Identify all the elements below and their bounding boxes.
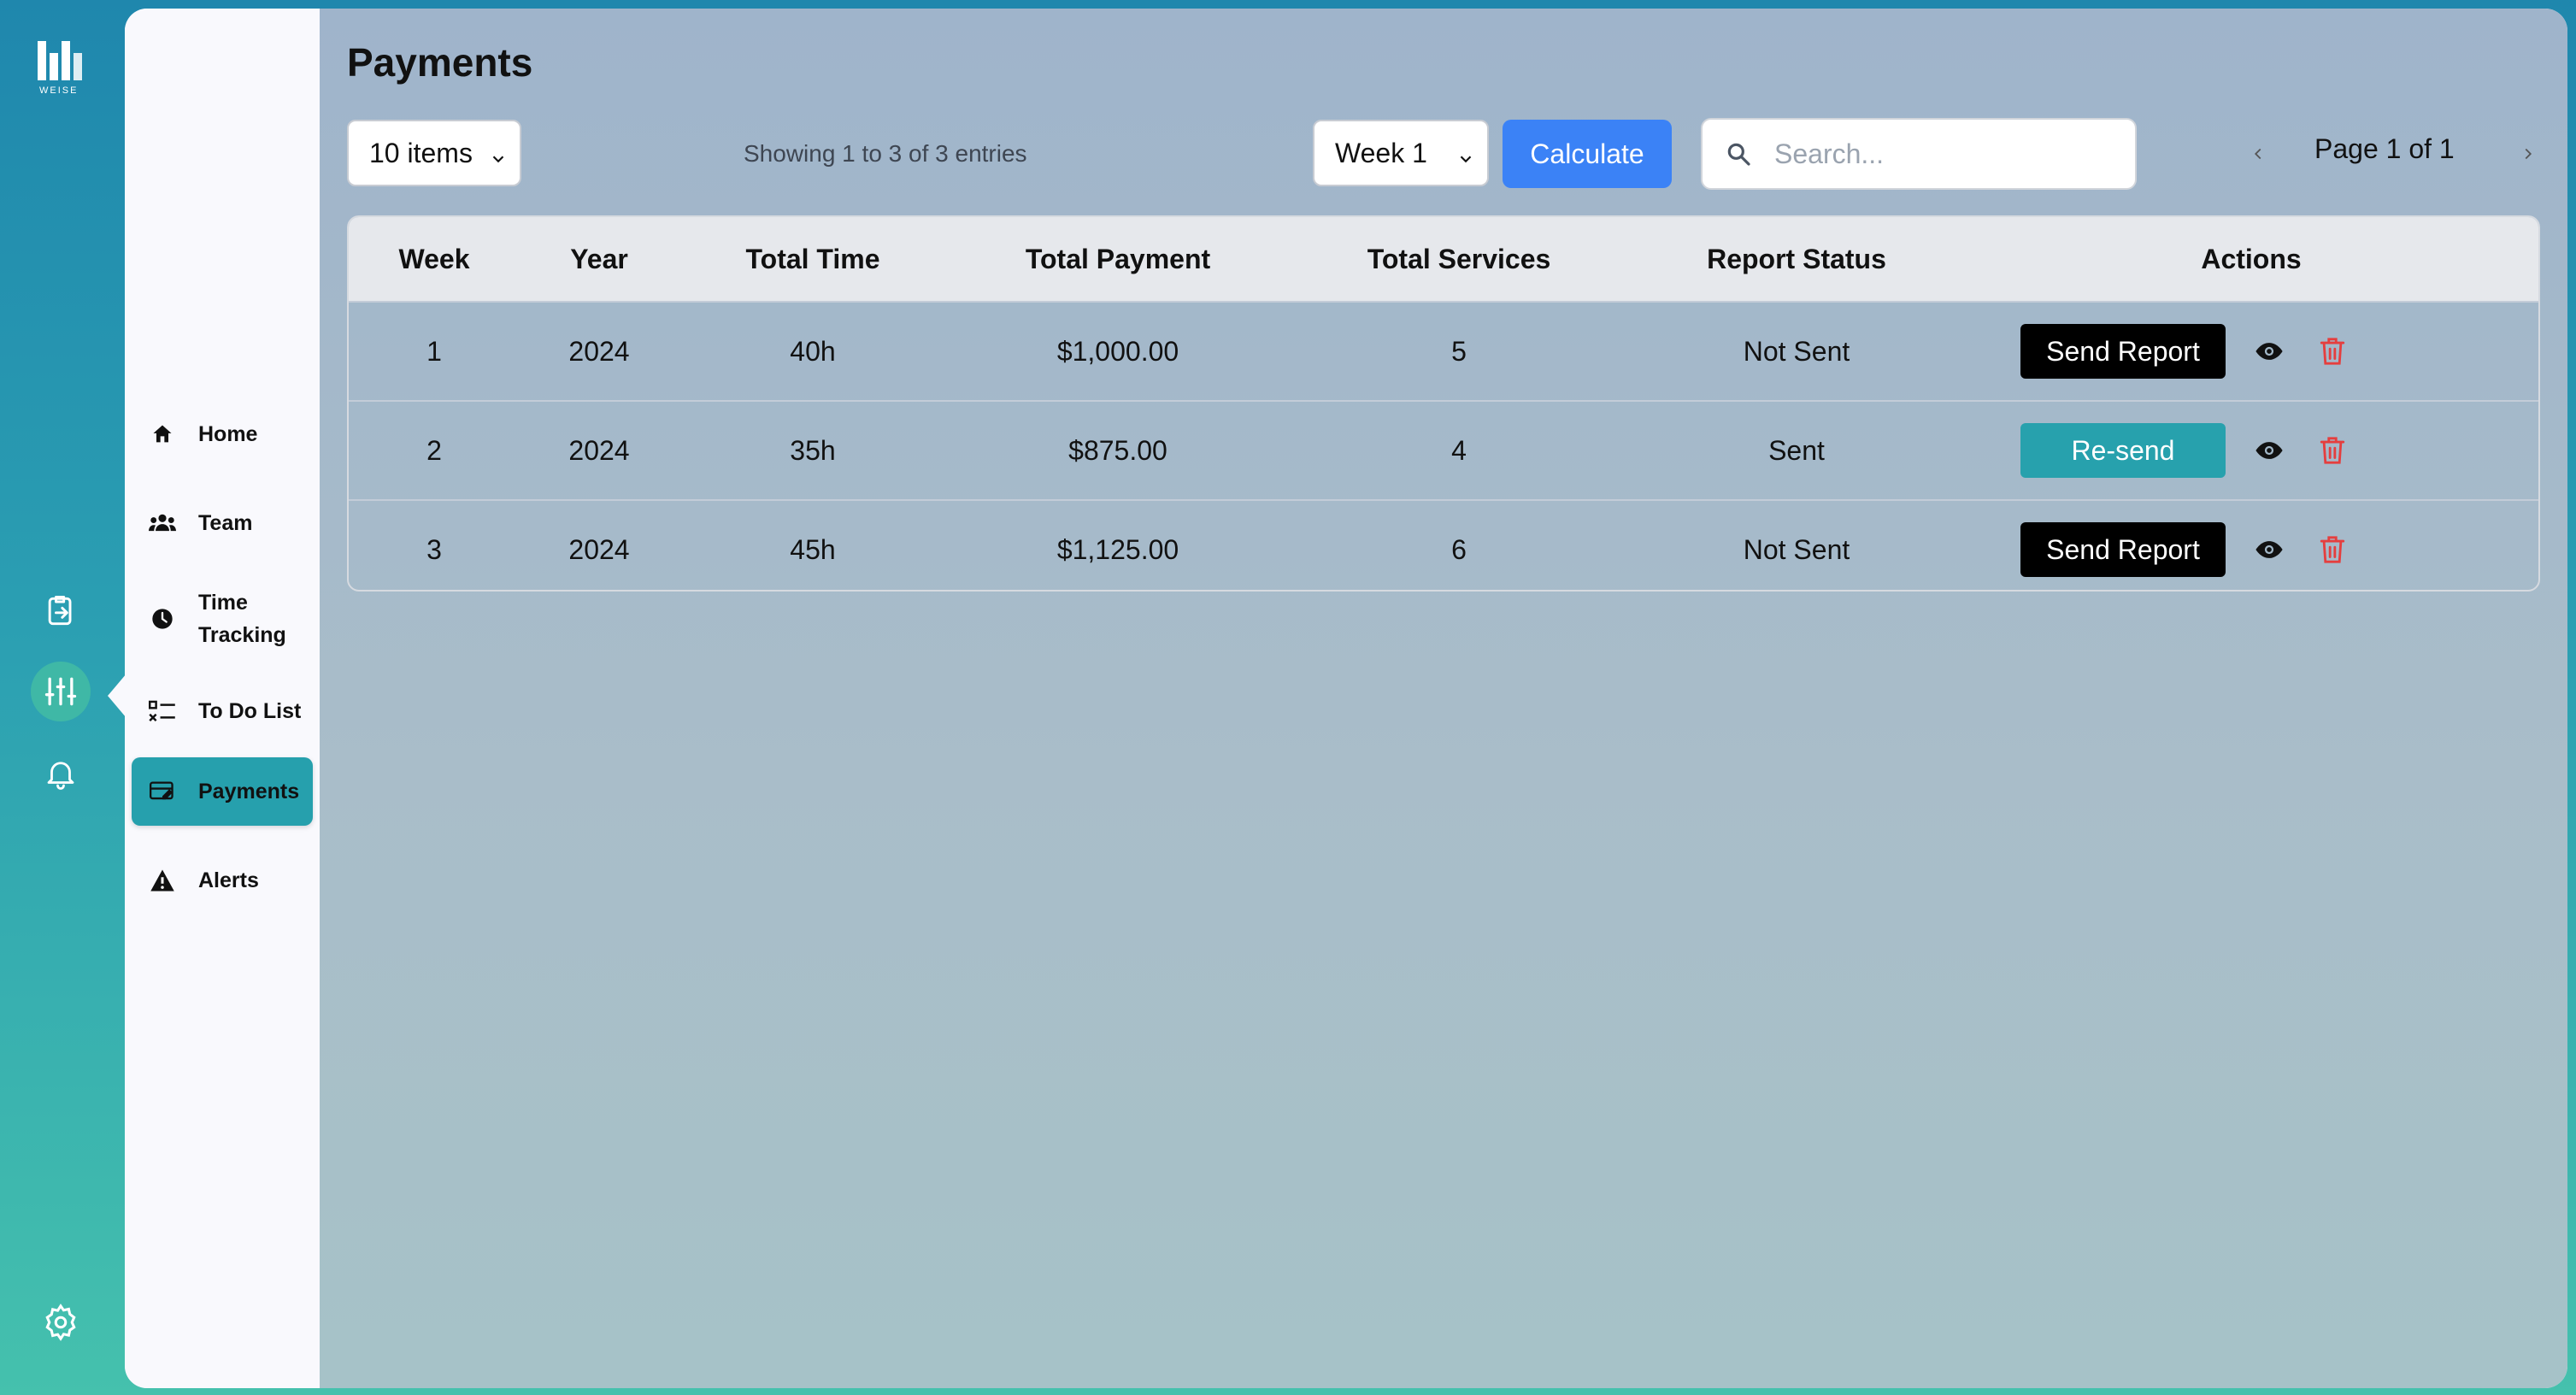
sidebar-item-label: Time Tracking <box>198 591 286 647</box>
send-report-button[interactable]: Send Report <box>2020 324 2226 379</box>
app-frame: Home Team Time Tracking To Do List Payme… <box>125 9 2567 1388</box>
prev-page-button[interactable] <box>2241 137 2275 171</box>
pagination-label: Page 1 of 1 <box>2314 133 2455 164</box>
total-services-cell: 4 <box>1451 434 1467 466</box>
sidebar-item-label: Home <box>198 422 258 446</box>
sidebar-item-home[interactable]: Home <box>132 400 313 468</box>
sidebar-item-todo-list[interactable]: To Do List <box>132 677 313 745</box>
logo-text: WEISE <box>39 85 79 96</box>
send-report-button[interactable]: Send Report <box>2020 522 2226 577</box>
delete-trash-icon[interactable] <box>2318 434 2347 467</box>
sidebar-item-time-tracking[interactable]: Time Tracking <box>132 576 313 662</box>
search-box <box>1701 118 2137 190</box>
table-row: 1 2024 40h $1,000.00 5 Not Sent Send Rep… <box>349 301 2538 400</box>
sidebar-item-label: Payments <box>198 780 300 803</box>
column-header[interactable]: Year <box>520 244 679 275</box>
settings-icon[interactable] <box>31 1292 91 1352</box>
column-header[interactable]: Report Status <box>1629 244 1964 275</box>
total-services-cell: 6 <box>1451 533 1467 565</box>
total-time-cell: 40h <box>790 335 836 367</box>
search-icon <box>1725 140 1752 168</box>
chevron-down-icon <box>489 144 508 175</box>
sidebar-item-label: Team <box>198 511 253 535</box>
actions-cell: Re-send <box>1964 423 2538 478</box>
payment-icon <box>142 780 183 803</box>
delete-trash-icon[interactable] <box>2318 335 2347 368</box>
checklist-icon <box>142 699 183 723</box>
page-size-select[interactable]: 10 items <box>347 120 521 186</box>
year-cell: 2024 <box>568 533 630 565</box>
page-size-value: 10 items <box>369 137 473 168</box>
view-eye-icon[interactable] <box>2255 535 2284 564</box>
sidebar-item-label: Alerts <box>198 868 259 892</box>
app-logo: WEISE <box>31 34 92 103</box>
payments-table: Week Year Total Time Total Payment Total… <box>347 215 2540 592</box>
entries-summary: Showing 1 to 3 of 3 entries <box>744 140 1027 167</box>
rail-active-pointer <box>108 674 126 718</box>
sidebar: Home Team Time Tracking To Do List Payme… <box>125 9 320 1388</box>
team-icon <box>142 511 183 535</box>
total-payment-cell: $1,000.00 <box>1056 335 1179 367</box>
home-icon <box>142 422 183 446</box>
sidebar-item-alerts[interactable]: Alerts <box>132 846 313 915</box>
total-payment-cell: $1,125.00 <box>1056 533 1179 565</box>
sliders-icon[interactable] <box>31 662 91 721</box>
calculate-button[interactable]: Calculate <box>1503 120 1672 188</box>
table-header: Week Year Total Time Total Payment Total… <box>349 217 2538 301</box>
icon-rail: WEISE <box>0 0 126 1395</box>
sidebar-item-team[interactable]: Team <box>132 489 313 557</box>
total-time-cell: 45h <box>790 533 836 565</box>
total-payment-cell: $875.00 <box>1068 434 1167 466</box>
week-cell: 2 <box>426 434 442 466</box>
resend-button[interactable]: Re-send <box>2020 423 2226 478</box>
chevron-right-icon <box>2525 148 2532 160</box>
year-cell: 2024 <box>568 434 630 466</box>
column-header: Actions <box>2201 243 2302 274</box>
report-status-cell: Not Sent <box>1743 533 1850 565</box>
clipboard-share-icon[interactable] <box>31 581 91 641</box>
year-cell: 2024 <box>568 335 630 367</box>
column-header[interactable]: Total Time <box>679 244 947 275</box>
bell-icon[interactable] <box>31 744 91 803</box>
report-status-cell: Sent <box>1768 434 1825 466</box>
sidebar-item-label: To Do List <box>198 699 302 723</box>
view-eye-icon[interactable] <box>2255 337 2284 366</box>
alert-icon <box>142 868 183 892</box>
week-select[interactable]: Week 1 <box>1313 120 1489 186</box>
delete-trash-icon[interactable] <box>2318 533 2347 566</box>
column-header[interactable]: Week <box>349 244 520 275</box>
actions-cell: Send Report <box>1964 324 2538 379</box>
main-content: Payments 10 items Showing 1 to 3 of 3 en… <box>320 9 2567 1388</box>
week-cell: 3 <box>426 533 442 565</box>
page-title: Payments <box>347 40 533 85</box>
table-row: 2 2024 35h $875.00 4 Sent Re-send <box>349 400 2538 499</box>
search-input[interactable] <box>1773 137 2118 171</box>
sidebar-item-payments[interactable]: Payments <box>132 757 313 826</box>
total-services-cell: 5 <box>1451 335 1467 367</box>
total-time-cell: 35h <box>790 434 836 466</box>
week-cell: 1 <box>426 335 442 367</box>
report-status-cell: Not Sent <box>1743 335 1850 367</box>
column-header[interactable]: Total Payment <box>947 244 1289 275</box>
view-eye-icon[interactable] <box>2255 436 2284 465</box>
actions-cell: Send Report <box>1964 522 2538 577</box>
chevron-left-icon <box>2254 148 2261 160</box>
column-header[interactable]: Total Services <box>1289 244 1629 275</box>
week-select-value: Week 1 <box>1335 137 1427 168</box>
next-page-button[interactable] <box>2511 137 2545 171</box>
table-row: 3 2024 45h $1,125.00 6 Not Sent Send Rep… <box>349 499 2538 590</box>
chevron-down-icon <box>1456 144 1475 175</box>
clock-icon <box>142 607 183 631</box>
